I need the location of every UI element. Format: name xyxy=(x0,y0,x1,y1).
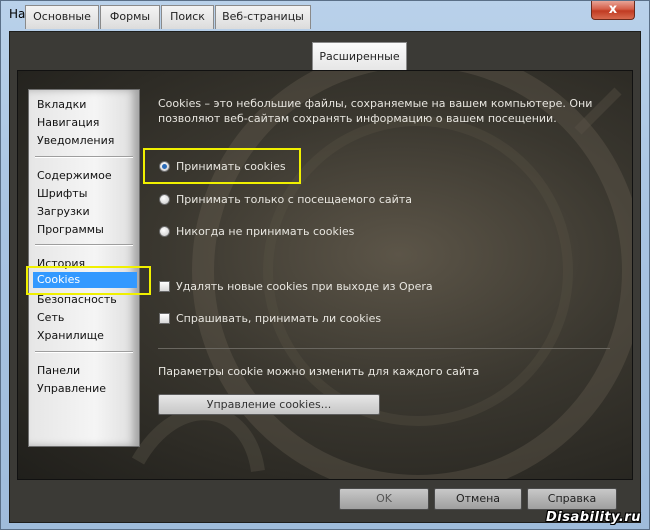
tab-label: Формы xyxy=(109,10,151,23)
sidebar-item-tabs[interactable]: Вкладки xyxy=(37,98,86,111)
cancel-button[interactable]: Отмена xyxy=(434,488,522,510)
tab-label: Поиск xyxy=(170,10,205,23)
sidebar-separator xyxy=(35,351,133,353)
per-site-settings-text: Параметры cookie можно изменить для кажд… xyxy=(158,365,480,378)
sidebar-item-content[interactable]: Содержимое xyxy=(37,169,112,182)
site-watermark: Disability.ru xyxy=(545,510,641,525)
tab-forms[interactable]: Формы xyxy=(100,5,160,29)
ask-accept-cookies-label[interactable]: Спрашивать, принимать ли cookies xyxy=(176,312,381,325)
sidebar-item-toolbars[interactable]: Панели xyxy=(37,364,80,377)
tab-webpages[interactable]: Веб-страницы xyxy=(215,5,311,29)
accept-cookies-radio[interactable] xyxy=(159,161,170,172)
ask-accept-cookies-checkbox[interactable] xyxy=(159,313,170,324)
advanced-panel: Вкладки Навигация Уведомления Содержимое… xyxy=(17,70,633,480)
sidebar-separator xyxy=(35,156,133,158)
accept-from-visited-site-label[interactable]: Принимать только с посещаемого сайта xyxy=(176,193,412,206)
close-icon: x xyxy=(608,2,618,17)
sidebar-item-network[interactable]: Сеть xyxy=(37,311,64,324)
cookies-highlight-box xyxy=(26,266,151,295)
section-divider xyxy=(158,348,610,349)
tab-label: Веб-страницы xyxy=(222,10,304,23)
manage-cookies-button[interactable]: Управление cookies... xyxy=(158,394,380,415)
tab-basic[interactable]: Основные xyxy=(25,5,99,29)
never-accept-cookies-radio[interactable] xyxy=(159,226,170,237)
sidebar-item-programs[interactable]: Программы xyxy=(37,223,104,236)
sidebar-item-storage[interactable]: Хранилище xyxy=(37,329,104,342)
close-button[interactable]: x xyxy=(591,1,635,20)
sidebar-item-management[interactable]: Управление xyxy=(37,382,106,395)
accept-cookies-label[interactable]: Принимать cookies xyxy=(176,160,286,173)
sidebar-item-notifications[interactable]: Уведомления xyxy=(37,134,114,147)
cookies-description: Cookies – это небольшие файлы, сохраняем… xyxy=(158,97,593,125)
delete-cookies-on-exit-label[interactable]: Удалять новые cookies при выходе из Oper… xyxy=(176,280,433,293)
ok-button[interactable]: OK xyxy=(339,488,429,510)
sidebar-item-fonts[interactable]: Шрифты xyxy=(37,187,87,200)
sidebar-item-navigation[interactable]: Навигация xyxy=(37,116,99,129)
settings-window: Настройки x Основные Формы Поиск Веб-стр… xyxy=(0,0,650,530)
sidebar-item-downloads[interactable]: Загрузки xyxy=(37,205,90,218)
help-button[interactable]: Справка xyxy=(527,488,617,510)
never-accept-cookies-label[interactable]: Никогда не принимать cookies xyxy=(176,225,354,238)
delete-cookies-on-exit-checkbox[interactable] xyxy=(159,281,170,292)
tab-advanced[interactable]: Расширенные xyxy=(312,42,407,71)
accept-from-visited-site-radio[interactable] xyxy=(159,194,170,205)
tab-label: Основные xyxy=(33,10,91,23)
tab-search[interactable]: Поиск xyxy=(161,5,214,29)
tab-label: Расширенные xyxy=(319,50,400,63)
sidebar-separator xyxy=(35,244,133,246)
